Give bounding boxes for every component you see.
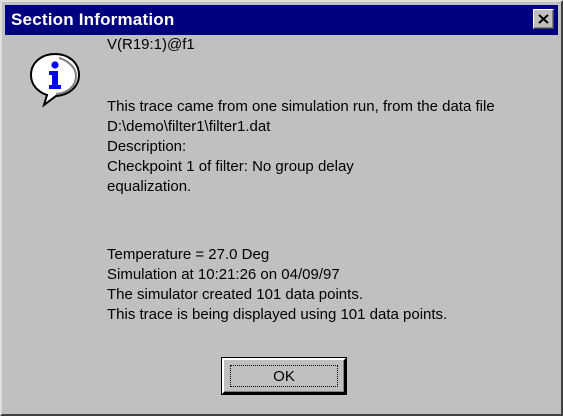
close-button[interactable] bbox=[533, 9, 554, 29]
section-information-dialog: Section Information V(R19:1)@f1 This tra… bbox=[0, 0, 563, 416]
close-icon bbox=[538, 14, 549, 24]
temperature-line: Temperature = 27.0 Deg bbox=[107, 246, 270, 263]
trace-source-info: This trace came from one simulation run,… bbox=[107, 97, 495, 197]
data-file-path: D:\demo\filter1\filter1.dat bbox=[107, 118, 271, 135]
displayed-points-line: This trace is being displayed using 101 … bbox=[107, 306, 448, 323]
created-points-line: The simulator created 101 data points. bbox=[107, 286, 363, 303]
simulation-stats: Temperature = 27.0 Deg Simulation at 10:… bbox=[107, 245, 447, 325]
window-title: Section Information bbox=[11, 10, 175, 29]
ok-button-label: OK bbox=[230, 365, 338, 387]
information-icon bbox=[29, 52, 81, 108]
simulation-time-line: Simulation at 10:21:26 on 04/09/97 bbox=[107, 266, 340, 283]
description-label: Description: bbox=[107, 138, 187, 155]
ok-button[interactable]: OK bbox=[222, 358, 346, 394]
trace-name: V(R19:1)@f1 bbox=[107, 36, 195, 53]
description-text-cont: equalization. bbox=[107, 178, 192, 195]
trace-name-block: V(R19:1)@f1 bbox=[107, 35, 195, 55]
source-line: This trace came from one simulation run,… bbox=[107, 98, 495, 115]
description-text: Checkpoint 1 of filter: No group delay bbox=[107, 158, 354, 175]
title-bar[interactable]: Section Information bbox=[5, 5, 558, 35]
